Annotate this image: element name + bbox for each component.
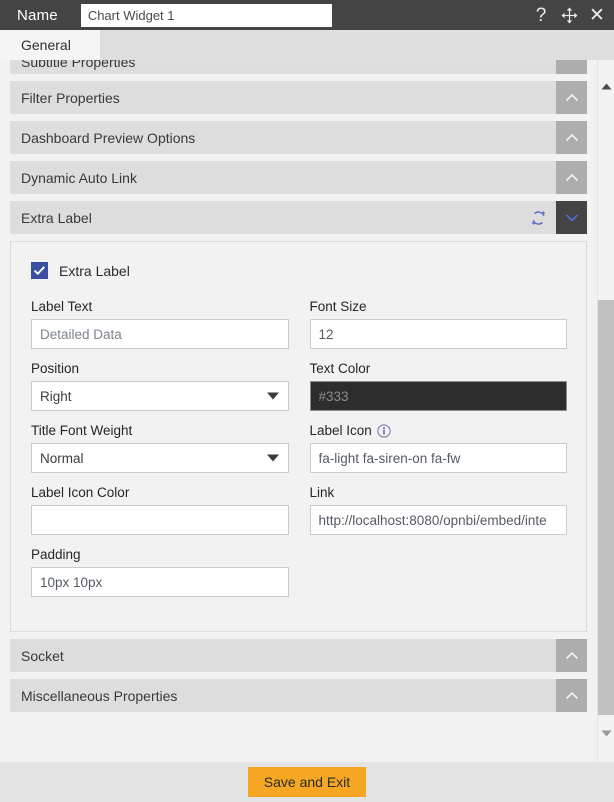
extra-label-checkbox-row: Extra Label <box>31 262 577 279</box>
padding-input[interactable] <box>31 567 289 597</box>
font-size-input[interactable] <box>309 319 567 349</box>
chevron-up-icon[interactable] <box>556 679 587 712</box>
scroll-down-arrow-icon[interactable] <box>598 725 614 742</box>
field-label-icon: Label Icon <box>299 423 578 473</box>
field-label: Font Size <box>309 299 367 314</box>
titlebar: Name ? ✕ <box>0 0 614 30</box>
section-label: Socket <box>21 647 64 664</box>
field-padding: Padding <box>20 547 299 597</box>
section-header-extra-label[interactable]: Extra Label <box>10 201 587 234</box>
refresh-icon[interactable] <box>530 209 547 226</box>
title-font-weight-value: Normal <box>40 450 84 466</box>
field-link: Link <box>299 485 578 535</box>
field-label: Position <box>31 361 80 376</box>
tab-strip: General <box>0 30 614 60</box>
field-position: Position Right <box>20 361 299 411</box>
close-icon[interactable]: ✕ <box>588 6 606 25</box>
titlebar-icon-group: ? ✕ <box>532 0 606 30</box>
field-label-text: Label Text <box>20 299 299 349</box>
section-label: Filter Properties <box>21 89 120 106</box>
section-header-dynamic-auto-link[interactable]: Dynamic Auto Link <box>10 161 587 194</box>
widget-name-input[interactable] <box>80 3 332 27</box>
field-label: Label Text <box>31 299 93 314</box>
tab-general-label: General <box>21 37 71 53</box>
extra-label-fields-grid: Label Text Font Size Position Right Text… <box>20 299 577 609</box>
section-header-subtitle-properties[interactable]: Subtitle Properties <box>10 60 587 74</box>
field-label: Title Font Weight <box>31 423 133 438</box>
field-label: Text Color <box>309 361 371 376</box>
extra-label-checkbox[interactable] <box>31 262 48 279</box>
section-label: Extra Label <box>21 209 92 226</box>
position-select[interactable]: Right <box>31 381 289 411</box>
field-label-text: Label Icon <box>309 423 372 438</box>
label-text-input[interactable] <box>31 319 289 349</box>
position-select-value: Right <box>40 388 72 404</box>
chevron-down-icon[interactable] <box>556 201 587 234</box>
section-header-socket[interactable]: Socket <box>10 639 587 672</box>
save-and-exit-button[interactable]: Save and Exit <box>247 767 367 797</box>
field-label: Padding <box>31 547 81 562</box>
chevron-up-icon[interactable] <box>556 121 587 154</box>
extra-label-checkbox-label: Extra Label <box>59 262 130 279</box>
info-icon[interactable] <box>377 423 391 438</box>
chevron-up-icon[interactable] <box>556 161 587 194</box>
text-color-input[interactable] <box>309 381 567 411</box>
chevron-up-icon[interactable] <box>556 81 587 114</box>
section-label: Dashboard Preview Options <box>21 129 196 146</box>
help-icon[interactable]: ? <box>532 6 550 25</box>
label-icon-input[interactable] <box>309 443 567 473</box>
move-icon[interactable] <box>560 6 578 24</box>
section-label: Dynamic Auto Link <box>21 169 137 186</box>
field-font-size: Font Size <box>299 299 578 349</box>
field-label-icon-color: Label Icon Color <box>20 485 299 535</box>
field-title-font-weight: Title Font Weight Normal <box>20 423 299 473</box>
extra-label-panel: Extra Label Label Text Font Size Positio… <box>10 241 587 632</box>
settings-scroll-body: Subtitle Properties Filter Properties Da… <box>0 60 597 762</box>
link-input[interactable] <box>309 505 567 535</box>
footer-bar: Save and Exit <box>0 762 614 802</box>
chevron-up-icon[interactable] <box>556 60 587 74</box>
field-label: Label Icon Color <box>31 485 130 500</box>
name-label: Name <box>17 6 58 24</box>
section-label: Subtitle Properties <box>21 60 136 70</box>
field-label: Link <box>309 485 335 500</box>
section-header-filter-properties[interactable]: Filter Properties <box>10 81 587 114</box>
field-label: Label Icon <box>310 423 568 438</box>
section-label: Miscellaneous Properties <box>21 687 178 704</box>
section-header-miscellaneous-properties[interactable]: Miscellaneous Properties <box>10 679 587 712</box>
label-icon-color-input[interactable] <box>31 505 289 535</box>
section-header-dashboard-preview-options[interactable]: Dashboard Preview Options <box>10 121 587 154</box>
chevron-up-icon[interactable] <box>556 639 587 672</box>
vertical-scrollbar[interactable] <box>597 60 614 762</box>
chevron-down-icon <box>266 392 279 400</box>
chevron-down-icon <box>266 454 279 462</box>
field-text-color: Text Color <box>299 361 578 411</box>
title-font-weight-select[interactable]: Normal <box>31 443 289 473</box>
scrollbar-thumb[interactable] <box>598 300 614 715</box>
tab-general[interactable]: General <box>0 30 100 60</box>
scroll-up-arrow-icon[interactable] <box>598 78 614 95</box>
